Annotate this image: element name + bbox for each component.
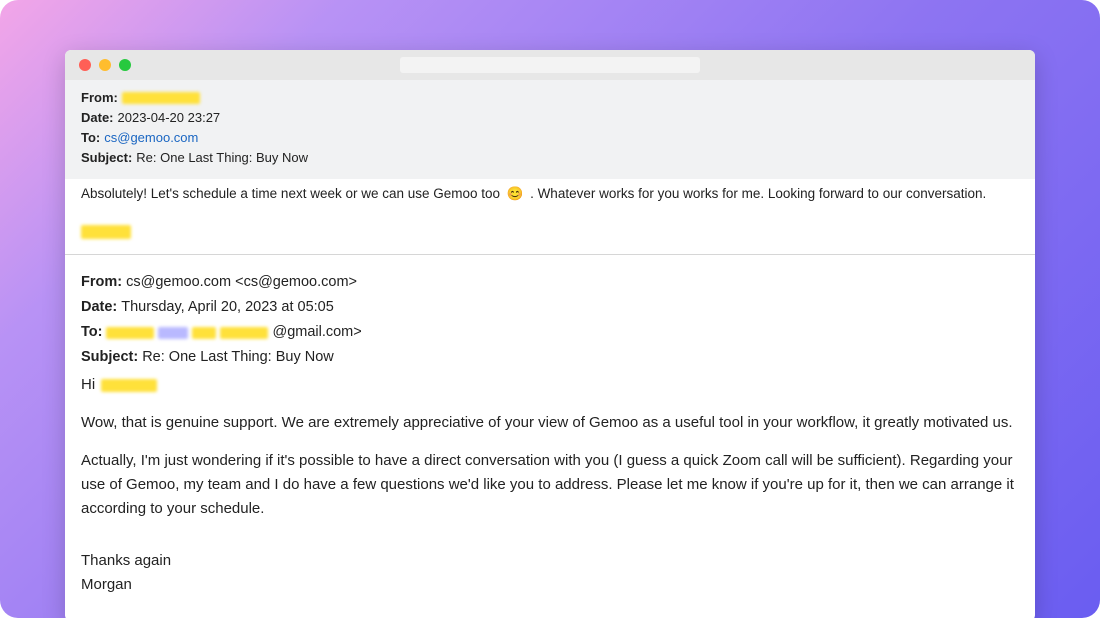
from-label: From: — [81, 88, 118, 108]
from-value-redacted — [122, 92, 200, 104]
signature-redacted — [81, 225, 131, 239]
quoted-signoff-line1: Thanks again — [81, 552, 171, 569]
quoted-subject-label: Subject: — [81, 346, 138, 369]
quoted-from-label: From: — [81, 271, 122, 294]
quoted-email: From: cs@gemoo.com <cs@gemoo.com> Date: … — [65, 255, 1035, 618]
to-label: To: — [81, 128, 100, 148]
email-window: From: Date: 2023-04-20 23:27 To: cs@gemo… — [65, 50, 1035, 618]
quoted-date-label: Date: — [81, 296, 117, 319]
quoted-to-redacted-2 — [158, 327, 188, 339]
quoted-to-suffix: @gmail.com> — [272, 321, 361, 344]
reply-text-after: . Whatever works for you works for me. L… — [530, 186, 986, 201]
quoted-signoff-line2: Morgan — [81, 576, 132, 593]
window-maximize-icon[interactable] — [119, 59, 131, 71]
smile-emoji-icon: 😊 — [506, 185, 524, 203]
reply-body: Absolutely! Let's schedule a time next w… — [65, 179, 1035, 255]
quoted-from-value: cs@gemoo.com <cs@gemoo.com> — [126, 271, 357, 294]
to-value[interactable]: cs@gemoo.com — [104, 128, 198, 148]
quoted-to-label: To: — [81, 321, 102, 344]
quoted-to-redacted-3 — [192, 327, 216, 339]
quoted-paragraph-1: Wow, that is genuine support. We are ext… — [81, 411, 1019, 435]
date-label: Date: — [81, 108, 114, 128]
quoted-to-redacted-1 — [106, 327, 154, 339]
window-close-icon[interactable] — [79, 59, 91, 71]
quoted-greeting-name-redacted — [101, 379, 157, 392]
quoted-paragraph-2: Actually, I'm just wondering if it's pos… — [81, 449, 1019, 521]
email-header: From: Date: 2023-04-20 23:27 To: cs@gemo… — [65, 80, 1035, 179]
window-titlebar — [65, 50, 1035, 80]
titlebar-search-placeholder — [400, 57, 700, 73]
subject-value: Re: One Last Thing: Buy Now — [136, 148, 308, 168]
date-value: 2023-04-20 23:27 — [118, 108, 221, 128]
quoted-greeting: Hi — [81, 373, 95, 397]
quoted-date-value: Thursday, April 20, 2023 at 05:05 — [121, 296, 334, 319]
quoted-subject-value: Re: One Last Thing: Buy Now — [142, 346, 334, 369]
background: From: Date: 2023-04-20 23:27 To: cs@gemo… — [0, 0, 1100, 618]
window-minimize-icon[interactable] — [99, 59, 111, 71]
quoted-to-redacted-4 — [220, 327, 268, 339]
reply-text-before: Absolutely! Let's schedule a time next w… — [81, 186, 500, 201]
subject-label: Subject: — [81, 148, 132, 168]
